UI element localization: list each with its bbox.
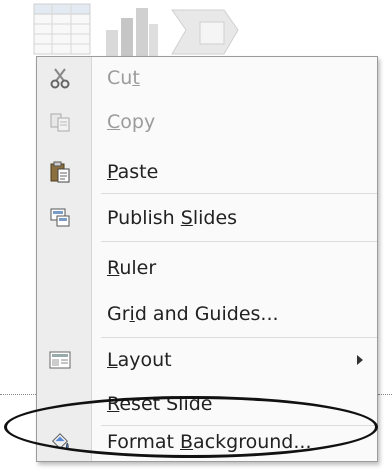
table-icon bbox=[33, 3, 91, 55]
scissors-icon bbox=[49, 67, 71, 89]
paste-icon bbox=[49, 161, 71, 183]
submenu-arrow-icon bbox=[357, 355, 363, 365]
menu-item-grid-and-guides[interactable]: Grid and Guides... bbox=[37, 293, 377, 335]
menu-item-label: Paste bbox=[107, 161, 159, 183]
menu-item-publish-slides[interactable]: Publish Slides bbox=[37, 197, 377, 239]
menu-item-copy[interactable]: Copy bbox=[37, 101, 377, 143]
menu-item-reset-slide[interactable]: Reset Slide bbox=[37, 383, 377, 425]
menu-item-format-background[interactable]: Format Background... bbox=[37, 421, 377, 463]
menu-separator bbox=[101, 193, 377, 194]
menu-separator bbox=[101, 241, 377, 242]
copy-icon bbox=[49, 111, 71, 133]
chart-icon bbox=[106, 8, 158, 56]
menu-item-label: Publish Slides bbox=[107, 207, 238, 229]
menu-item-label: Layout bbox=[107, 349, 172, 371]
format-background-icon bbox=[49, 431, 71, 453]
context-menu: Cut Copy Paste Publish Slides Ruler Grid… bbox=[36, 56, 378, 462]
slide-border-right bbox=[378, 394, 392, 395]
menu-item-cut[interactable]: Cut bbox=[37, 57, 377, 99]
menu-item-ruler[interactable]: Ruler bbox=[37, 247, 377, 289]
menu-item-label: Ruler bbox=[107, 257, 157, 279]
menu-separator bbox=[101, 337, 377, 338]
layout-icon bbox=[49, 349, 71, 371]
menu-item-label: Grid and Guides... bbox=[107, 303, 279, 325]
menu-item-label: Copy bbox=[107, 111, 156, 133]
publish-slides-icon bbox=[49, 207, 71, 229]
menu-item-label: Format Background... bbox=[107, 431, 312, 453]
menu-item-paste[interactable]: Paste bbox=[37, 151, 377, 193]
menu-item-label: Cut bbox=[107, 67, 140, 89]
slide-border-left bbox=[0, 394, 36, 395]
menu-item-layout[interactable]: Layout bbox=[37, 339, 377, 381]
smartart-icon bbox=[171, 9, 239, 55]
menu-item-label: Reset Slide bbox=[107, 393, 213, 415]
